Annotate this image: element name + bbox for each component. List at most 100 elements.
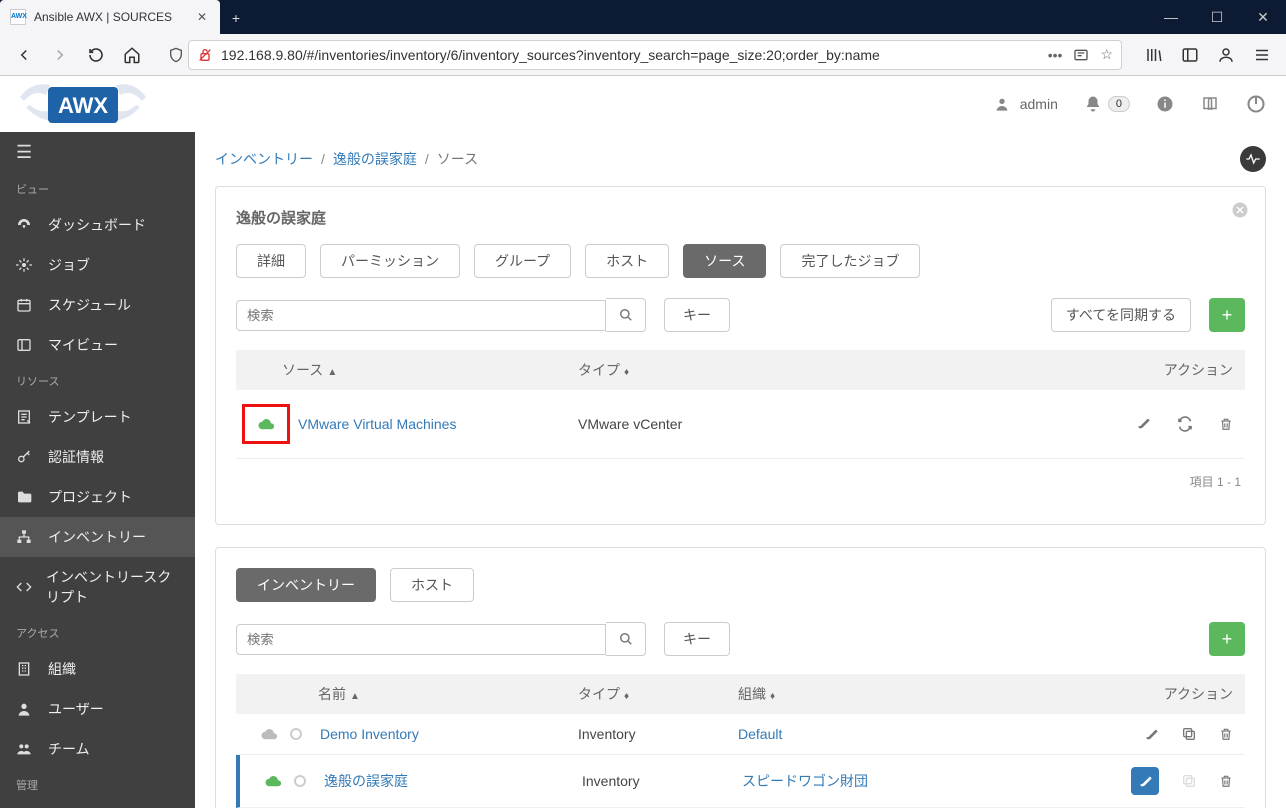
- forward-button[interactable]: [44, 39, 76, 71]
- radio-indicator[interactable]: [294, 775, 306, 787]
- tab-permissions[interactable]: パーミッション: [320, 244, 460, 278]
- inventory-type: Inventory: [578, 726, 738, 742]
- sort-icon: ♦: [770, 691, 775, 702]
- activity-stream-icon[interactable]: [1240, 146, 1266, 172]
- source-link[interactable]: VMware Virtual Machines: [298, 416, 456, 432]
- search-input[interactable]: [236, 300, 606, 331]
- panel-tabs: 詳細 パーミッション グループ ホスト ソース 完了したジョブ: [236, 244, 1245, 278]
- home-button[interactable]: [116, 39, 148, 71]
- col-source[interactable]: ソース▲: [248, 360, 578, 380]
- sort-asc-icon: ▲: [350, 691, 360, 702]
- minimize-button[interactable]: —: [1148, 0, 1194, 34]
- menu-icon[interactable]: [1246, 39, 1278, 71]
- col-type2[interactable]: タイプ♦: [578, 684, 738, 704]
- account-icon[interactable]: [1210, 39, 1242, 71]
- tab-groups[interactable]: グループ: [474, 244, 571, 278]
- sidebar-item-inventories[interactable]: インベントリー: [0, 517, 195, 557]
- sidebar-item-dashboard[interactable]: ダッシュボード: [0, 205, 195, 245]
- section-label-view: ビュー: [0, 173, 195, 205]
- sidebar-item-templates[interactable]: テンプレート: [0, 397, 195, 437]
- sidebar-item-jobs[interactable]: ジョブ: [0, 245, 195, 285]
- inventory-link[interactable]: Demo Inventory: [320, 726, 419, 742]
- key-button[interactable]: キー: [664, 298, 730, 332]
- cloud-icon[interactable]: [260, 727, 278, 741]
- sync-all-button[interactable]: すべてを同期する: [1051, 298, 1191, 332]
- organization-link[interactable]: Default: [738, 726, 782, 742]
- tab-title: Ansible AWX | SOURCES: [34, 10, 172, 24]
- tab-hosts2[interactable]: ホスト: [390, 568, 474, 602]
- reader-icon[interactable]: [1072, 47, 1090, 63]
- info-icon[interactable]: [1156, 95, 1174, 113]
- sidebar-item-credentials[interactable]: 認証情報: [0, 437, 195, 477]
- tab-inventories[interactable]: インベントリー: [236, 568, 376, 602]
- sidebar-item-teams[interactable]: チーム: [0, 729, 195, 769]
- table-header: ソース▲ タイプ♦ アクション: [236, 350, 1245, 390]
- hamburger-icon[interactable]: ☰: [0, 132, 195, 173]
- sidebar-item-myview[interactable]: マイビュー: [0, 325, 195, 365]
- new-tab-button[interactable]: +: [220, 2, 252, 34]
- reload-button[interactable]: [80, 39, 112, 71]
- bookmark-star-icon[interactable]: ☆: [1100, 46, 1113, 63]
- tab-close-icon[interactable]: ✕: [194, 9, 210, 25]
- breadcrumb-inventory-name[interactable]: 逸般の誤家庭: [333, 149, 417, 169]
- cloud-icon[interactable]: [264, 774, 282, 788]
- search-button-2[interactable]: [606, 622, 646, 656]
- sidebar-item-projects[interactable]: プロジェクト: [0, 477, 195, 517]
- sidebar-label: チーム: [48, 739, 90, 759]
- key-button-2[interactable]: キー: [664, 622, 730, 656]
- sidebar-item-inventory-scripts[interactable]: インベントリースクリプト: [0, 557, 195, 617]
- more-icon[interactable]: •••: [1048, 47, 1063, 63]
- edit-icon[interactable]: [1136, 416, 1151, 432]
- sync-icon[interactable]: [1177, 416, 1193, 432]
- delete-icon[interactable]: [1219, 726, 1233, 742]
- content-area: インベントリー / 逸般の誤家庭 / ソース 逸般の誤家庭 詳細 パーミッション…: [195, 132, 1286, 808]
- awx-logo[interactable]: AWX: [0, 76, 195, 132]
- inventory-link[interactable]: 逸般の誤家庭: [324, 773, 408, 789]
- col-name[interactable]: 名前▲: [248, 684, 578, 704]
- notifications-button[interactable]: 0: [1084, 95, 1130, 113]
- delete-icon[interactable]: [1219, 773, 1233, 789]
- col-org[interactable]: 組織♦: [738, 684, 938, 704]
- window-titlebar: AWX Ansible AWX | SOURCES ✕ + — ☐ ✕: [0, 0, 1286, 34]
- organization-link[interactable]: スピードワゴン財団: [742, 773, 868, 789]
- edit-icon[interactable]: [1131, 767, 1159, 795]
- breadcrumb-inventories[interactable]: インベントリー: [215, 149, 313, 169]
- tab-hosts[interactable]: ホスト: [585, 244, 669, 278]
- tab-details[interactable]: 詳細: [236, 244, 306, 278]
- tab-completed-jobs[interactable]: 完了したジョブ: [780, 244, 920, 278]
- edit-icon[interactable]: [1144, 727, 1159, 742]
- search-input-2[interactable]: [236, 624, 606, 655]
- copy-icon[interactable]: [1181, 726, 1197, 742]
- add-button[interactable]: +: [1209, 298, 1245, 332]
- current-user[interactable]: admin: [994, 96, 1058, 112]
- shield-icon[interactable]: [164, 43, 188, 67]
- table-row: Demo Inventory Inventory Default: [236, 714, 1245, 755]
- delete-icon[interactable]: [1219, 416, 1233, 432]
- radio-indicator[interactable]: [290, 728, 302, 740]
- sidebar-item-schedules[interactable]: スケジュール: [0, 285, 195, 325]
- sidebar-item-users[interactable]: ユーザー: [0, 689, 195, 729]
- cloud-icon[interactable]: [257, 417, 275, 431]
- col-type[interactable]: タイプ♦: [578, 360, 758, 380]
- maximize-button[interactable]: ☐: [1194, 0, 1240, 34]
- logout-icon[interactable]: [1246, 94, 1266, 114]
- section-label-manage: 管理: [0, 769, 195, 801]
- insecure-icon: [197, 47, 213, 63]
- back-button[interactable]: [8, 39, 40, 71]
- library-icon[interactable]: [1138, 39, 1170, 71]
- close-button[interactable]: ✕: [1240, 0, 1286, 34]
- awx-header: AWX admin 0: [0, 76, 1286, 132]
- panel-close-icon[interactable]: [1231, 201, 1249, 219]
- team-icon: [16, 741, 34, 757]
- sidebar-label: スケジュール: [48, 295, 131, 315]
- search-button[interactable]: [606, 298, 646, 332]
- sidebar: ☰ ビュー ダッシュボード ジョブ スケジュール マイビュー リソース テンプレ…: [0, 132, 195, 808]
- url-bar[interactable]: 192.168.9.80/#/inventories/inventory/6/i…: [188, 40, 1122, 70]
- docs-icon[interactable]: [1200, 95, 1220, 113]
- tab-sources[interactable]: ソース: [683, 244, 766, 278]
- browser-tab[interactable]: AWX Ansible AWX | SOURCES ✕: [0, 0, 220, 34]
- sidebar-icon[interactable]: [1174, 39, 1206, 71]
- add-button-2[interactable]: +: [1209, 622, 1245, 656]
- sidebar-item-organizations[interactable]: 組織: [0, 649, 195, 689]
- sidebar-item-credential-types[interactable]: 認証情報タイプ: [0, 801, 195, 808]
